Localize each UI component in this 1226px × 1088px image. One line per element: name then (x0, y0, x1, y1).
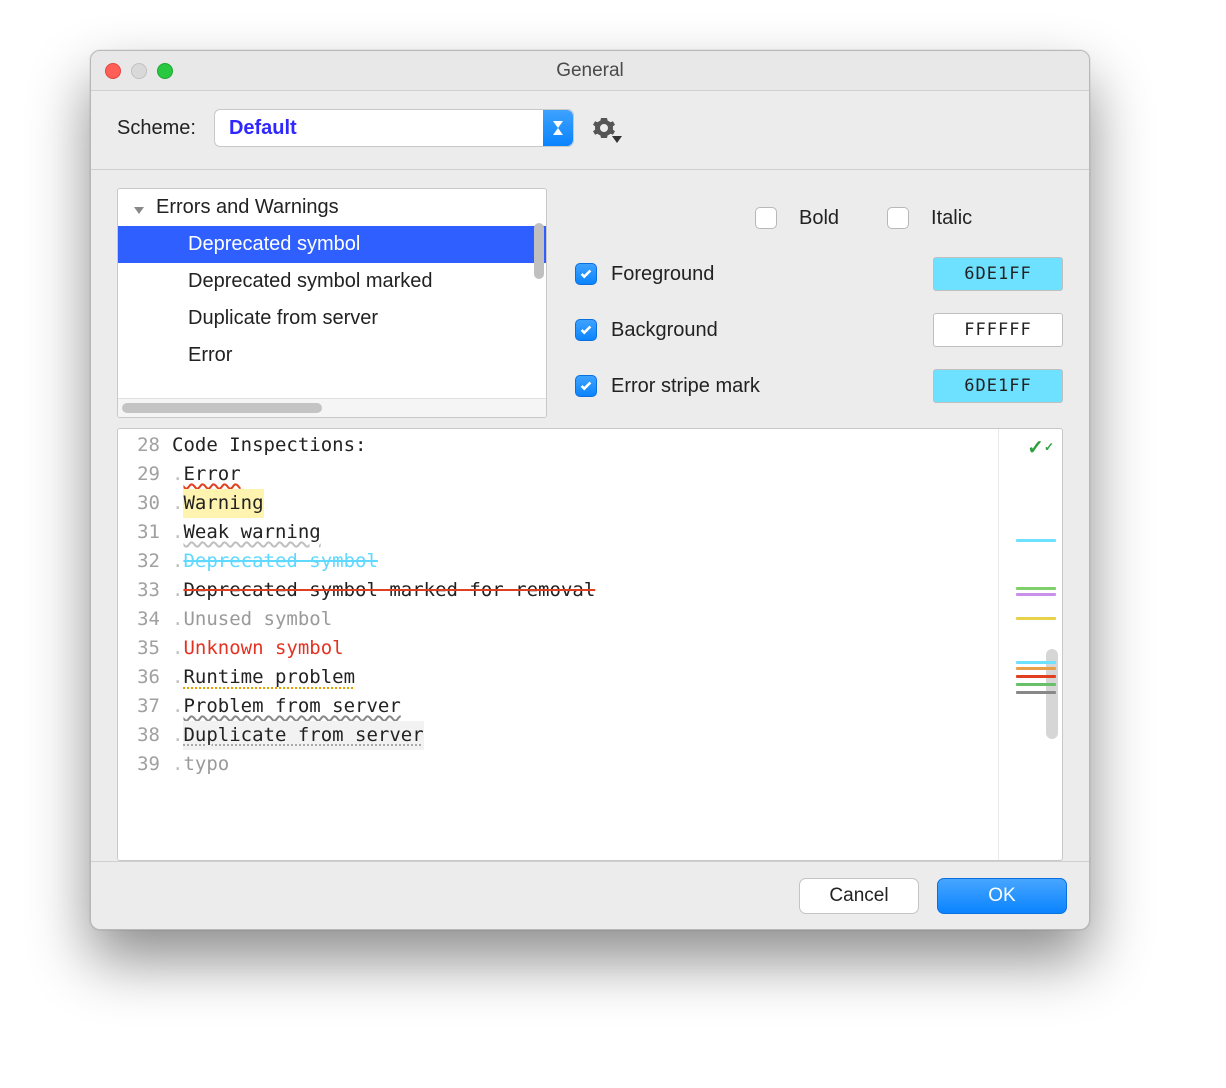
preview-editor: 282930313233343536373839 Code Inspection… (117, 428, 1063, 861)
preview-line: Runtime problem (183, 663, 355, 692)
bold-checkbox[interactable] (755, 207, 777, 229)
gutter: 282930313233343536373839 (118, 429, 166, 860)
preview-line: Error (183, 460, 240, 489)
preview-line: Deprecated symbol marked for removal (183, 576, 595, 605)
preview-line: Weak warning (183, 518, 320, 547)
stripe-mark[interactable] (1016, 667, 1056, 670)
preview-line: Problem from server (183, 692, 400, 721)
stripe-mark[interactable] (1016, 661, 1056, 664)
chevron-updown-icon (543, 110, 573, 146)
vertical-scrollbar-thumb[interactable] (534, 223, 544, 279)
dialog-footer: Cancel OK (91, 861, 1089, 929)
italic-label: Italic (931, 207, 972, 230)
preview-line: typo (183, 750, 229, 779)
category-tree[interactable]: Errors and Warnings Deprecated symbol De… (117, 188, 547, 418)
minimize-icon (131, 63, 147, 79)
stripe-mark[interactable] (1016, 617, 1056, 620)
horizontal-scrollbar-thumb[interactable] (122, 403, 322, 413)
preview-line: Warning (183, 489, 263, 518)
window-title: General (556, 60, 624, 82)
stripe-mark[interactable] (1016, 593, 1056, 596)
titlebar: General (91, 51, 1089, 91)
error-stripe-checkbox[interactable] (575, 375, 597, 397)
stripe-mark[interactable] (1016, 691, 1056, 694)
scheme-label: Scheme: (117, 117, 196, 140)
foreground-label: Foreground (611, 263, 811, 286)
preview-line: Unused symbol (183, 605, 332, 634)
main-panel: Errors and Warnings Deprecated symbol De… (91, 170, 1089, 861)
code-area[interactable]: Code Inspections:ErrorWarningWeak warnin… (166, 429, 998, 860)
settings-window: General Scheme: Default E (90, 50, 1090, 930)
ok-button[interactable]: OK (937, 878, 1067, 914)
checkmark-icon: ✓✓ (1027, 435, 1054, 460)
tree-group[interactable]: Errors and Warnings (118, 189, 546, 226)
error-stripe-swatch[interactable]: 6DE1FF (933, 369, 1063, 403)
background-swatch[interactable]: FFFFFF (933, 313, 1063, 347)
error-stripe[interactable]: ✓✓ (998, 429, 1062, 860)
stripe-mark[interactable] (1016, 587, 1056, 590)
italic-checkbox[interactable] (887, 207, 909, 229)
preview-line: Code Inspections: (172, 431, 366, 460)
tree-item-deprecated-marked[interactable]: Deprecated symbol marked (118, 263, 546, 300)
preview-line: Deprecated symbol (183, 547, 377, 576)
tree-item-deprecated-symbol[interactable]: Deprecated symbol (118, 226, 546, 263)
scheme-select[interactable]: Default (214, 109, 574, 147)
tree-item-error[interactable]: Error (118, 337, 546, 374)
cancel-button[interactable]: Cancel (799, 878, 919, 914)
foreground-checkbox[interactable] (575, 263, 597, 285)
window-controls (105, 63, 173, 79)
scheme-row: Scheme: Default (91, 91, 1089, 170)
preview-line: Duplicate from server (183, 721, 423, 750)
stripe-mark[interactable] (1016, 683, 1056, 686)
scheme-value: Default (229, 117, 297, 140)
gear-icon[interactable] (592, 116, 616, 140)
background-label: Background (611, 319, 811, 342)
error-stripe-label: Error stripe mark (611, 375, 811, 398)
zoom-icon[interactable] (157, 63, 173, 79)
horizontal-scrollbar[interactable] (118, 399, 546, 417)
stripe-mark[interactable] (1016, 675, 1056, 678)
background-checkbox[interactable] (575, 319, 597, 341)
foreground-swatch[interactable]: 6DE1FF (933, 257, 1063, 291)
close-icon[interactable] (105, 63, 121, 79)
stripe-mark[interactable] (1016, 539, 1056, 542)
bold-label: Bold (799, 207, 839, 230)
preview-line: Unknown symbol (183, 634, 343, 663)
style-controls: Bold Italic Foreground 6DE1FF (575, 188, 1063, 418)
tree-item-duplicate[interactable]: Duplicate from server (118, 300, 546, 337)
chevron-down-icon (132, 200, 148, 216)
